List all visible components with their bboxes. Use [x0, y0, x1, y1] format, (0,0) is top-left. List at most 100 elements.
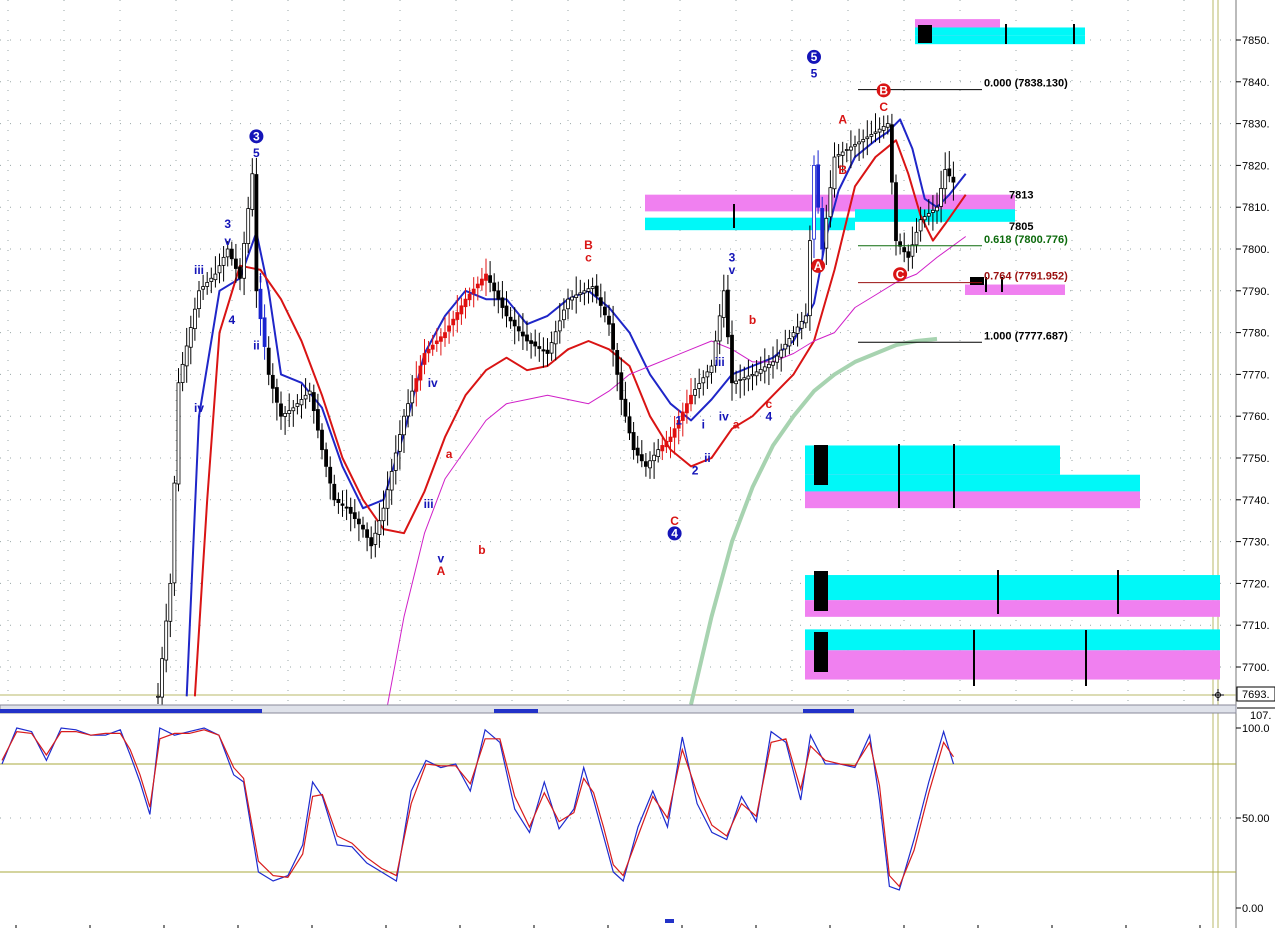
scroll-marker: [665, 919, 674, 923]
candle-body: [492, 282, 497, 292]
candle-body: [742, 377, 747, 381]
candle-body: [697, 383, 702, 389]
candle-body: [951, 176, 956, 183]
candle-body: [340, 503, 345, 506]
wave-label: A: [437, 564, 446, 578]
wave-label: iv: [719, 409, 729, 423]
candle-body: [459, 305, 464, 315]
wave-label: iii: [194, 263, 204, 277]
wave-label: iii: [424, 497, 434, 511]
candle-body: [274, 387, 279, 403]
wave-label: v: [224, 234, 231, 248]
candle-body: [533, 341, 538, 347]
candle-body: [652, 454, 656, 462]
wave-label: 4: [228, 313, 235, 327]
trading-chart: 0.000 (7838.130) 0.618 (7800.776) 0.764 (7…: [0, 0, 1275, 928]
splitter-highlight: [0, 709, 262, 713]
price-tick-label: 7740.: [1242, 495, 1270, 507]
candle-body: [832, 156, 837, 190]
candle-body: [701, 377, 706, 384]
candle-body: [935, 206, 939, 212]
wave-label: i: [259, 271, 262, 285]
candle-body: [947, 168, 952, 177]
candle-body: [164, 620, 169, 661]
candle-body: [787, 338, 792, 347]
candle-body: [570, 296, 574, 301]
candle-body: [389, 470, 394, 491]
candle-body: [885, 123, 890, 128]
wave-label: a: [733, 418, 740, 432]
splitter-highlight: [803, 709, 854, 713]
candle-body: [586, 288, 591, 292]
candle-body: [369, 537, 374, 547]
wave-label: i: [702, 418, 705, 432]
candle-body: [656, 449, 661, 457]
candle-body: [279, 403, 283, 417]
candle-body: [803, 315, 808, 324]
candle-body: [627, 416, 632, 434]
candle-body: [180, 363, 185, 383]
wave-label: 4: [671, 526, 678, 540]
fib-box: [805, 491, 1140, 509]
wave-label: 4: [766, 409, 773, 423]
candle-body: [721, 290, 726, 318]
wave-label: c: [585, 251, 592, 265]
candle-body: [361, 524, 365, 530]
wave-label: A: [814, 259, 823, 273]
candle-body: [779, 349, 784, 358]
candle-body: [816, 164, 820, 208]
candle-body: [894, 182, 898, 242]
candle-body: [430, 344, 435, 350]
wave-label: b: [749, 313, 756, 327]
candle-body: [266, 347, 271, 375]
price-tick-label: 7810.: [1242, 202, 1270, 214]
wave-label: 3: [224, 217, 231, 231]
candle-body: [918, 219, 923, 232]
price-tick-label: 7820.: [1242, 160, 1270, 172]
candle-body: [557, 320, 562, 332]
candle-body: [225, 248, 230, 258]
candle-body: [931, 209, 935, 213]
price-tick-label: 7830.: [1242, 119, 1270, 131]
price-tick-label: 7720.: [1242, 578, 1270, 590]
candle-body: [881, 125, 886, 131]
fib-level-label: 1.000 (7777.687): [984, 330, 1068, 342]
candle-body: [734, 380, 738, 385]
candle-body: [820, 208, 825, 250]
candle-body: [332, 483, 337, 501]
candle-body: [877, 128, 882, 133]
candle-body: [562, 309, 566, 321]
candle-body: [422, 353, 427, 365]
candle-body: [574, 294, 579, 298]
candle-body: [299, 399, 304, 406]
candle-body: [250, 173, 255, 210]
box-start-marker: [970, 277, 984, 285]
candle-body: [750, 373, 755, 377]
candle-body: [849, 146, 853, 151]
candle-body: [844, 149, 849, 151]
chart-background: [0, 0, 1275, 928]
price-axis[interactable]: 7700. 7710. 7720. 7730. 7740. 7750. 7760. 7770.…: [1236, 0, 1275, 928]
candle-body: [365, 529, 370, 538]
candle-body: [754, 371, 759, 377]
candle-body: [828, 187, 833, 218]
candle-body: [672, 428, 677, 438]
candle-body: [414, 378, 419, 392]
candle-body: [328, 466, 333, 484]
candle-body: [283, 413, 288, 417]
wave-label: ii: [253, 338, 260, 352]
wave-label: iv: [428, 376, 438, 390]
candle-body: [910, 244, 915, 257]
price-tick-label: 7750.: [1242, 453, 1270, 465]
candle-body: [566, 298, 570, 310]
wave-label: 3: [253, 129, 260, 143]
candle-body: [397, 434, 402, 452]
candle-body: [242, 243, 247, 279]
candle-body: [594, 285, 599, 297]
fib-box: [855, 209, 1015, 222]
fib-box: [915, 35, 1085, 45]
wave-label: 5: [253, 146, 260, 160]
candle-body: [746, 375, 751, 380]
wave-label: iv: [194, 401, 204, 415]
candle-body: [233, 258, 238, 269]
